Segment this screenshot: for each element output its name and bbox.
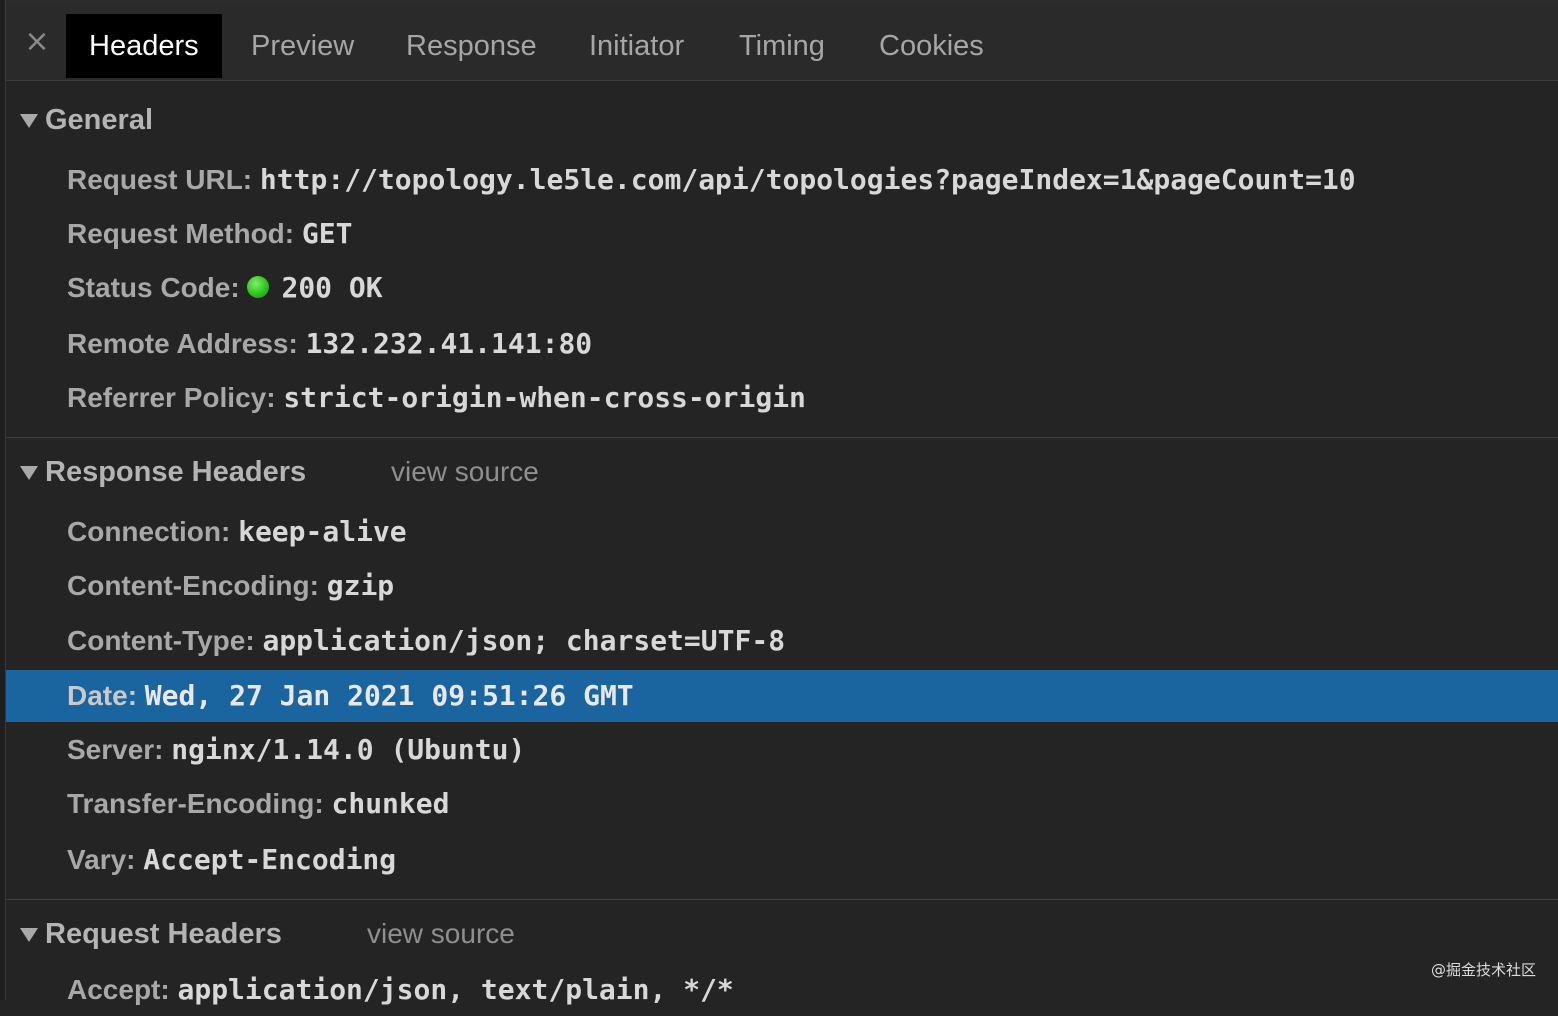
header-row[interactable]: Vary: Accept-Encoding xyxy=(6,834,1558,886)
header-row[interactable]: Accept: application/json, text/plain, */… xyxy=(6,964,1558,1016)
header-row[interactable]: Server: nginx/1.14.0 (Ubuntu) xyxy=(6,724,1558,776)
header-value: application/json; charset=UTF-8 xyxy=(262,624,786,657)
section-general-header[interactable]: General xyxy=(6,100,1558,140)
header-row[interactable]: Status Code: 200 OK xyxy=(6,262,1558,314)
header-key: Transfer-Encoding: chunked xyxy=(67,787,450,820)
section-title: Response Headers xyxy=(45,456,307,488)
tab-cookies[interactable]: Cookies xyxy=(856,14,1007,78)
view-source-link[interactable]: view source xyxy=(391,452,539,492)
header-row[interactable]: Connection: keep-alive xyxy=(6,506,1558,558)
header-value: 200 OK xyxy=(281,271,383,304)
triangle-down-icon[interactable] xyxy=(20,114,38,128)
section-request-headers-header[interactable]: Request Headers view source xyxy=(6,914,1558,954)
header-key: Connection: keep-alive xyxy=(67,515,407,548)
header-row-selected[interactable]: Date: Wed, 27 Jan 2021 09:51:26 GMT xyxy=(6,670,1558,722)
tab-bar: × Headers Preview Response Initiator Tim… xyxy=(6,3,1558,81)
header-row[interactable]: Request Method: GET xyxy=(6,208,1558,260)
header-key: Content-Encoding: gzip xyxy=(67,569,395,602)
header-key: Server: nginx/1.14.0 (Ubuntu) xyxy=(67,733,526,766)
header-row[interactable]: Content-Type: application/json; charset=… xyxy=(6,615,1558,667)
header-value: http://topology.le5le.com/api/topologies… xyxy=(259,163,1356,196)
view-source-link[interactable]: view source xyxy=(367,914,515,954)
status-ok-icon xyxy=(247,275,270,298)
header-value: chunked xyxy=(331,787,450,820)
header-row[interactable]: Referrer Policy: strict-origin-when-cros… xyxy=(6,372,1558,424)
header-key: Request Method: GET xyxy=(67,217,353,250)
tab-headers[interactable]: Headers xyxy=(66,14,222,78)
tab-timing[interactable]: Timing xyxy=(716,14,848,78)
header-value: GET xyxy=(301,217,353,250)
header-key: Accept: application/json, text/plain, */… xyxy=(67,973,734,1006)
header-key: Status Code: 200 OK xyxy=(67,271,383,304)
header-value: Wed, 27 Jan 2021 09:51:26 GMT xyxy=(144,679,634,712)
divider xyxy=(6,899,1558,900)
header-key: Referrer Policy: strict-origin-when-cros… xyxy=(67,381,806,414)
header-row[interactable]: Request URL: http://topology.le5le.com/a… xyxy=(6,154,1558,206)
header-key: Vary: Accept-Encoding xyxy=(67,843,397,876)
tab-response[interactable]: Response xyxy=(383,14,560,78)
header-value: nginx/1.14.0 (Ubuntu) xyxy=(171,733,526,766)
header-value: keep-alive xyxy=(238,515,407,548)
close-icon[interactable]: × xyxy=(24,27,50,57)
header-value: application/json, text/plain, */* xyxy=(177,973,734,1006)
header-row[interactable]: Transfer-Encoding: chunked xyxy=(6,778,1558,830)
header-key: Date: Wed, 27 Jan 2021 09:51:26 GMT xyxy=(67,679,634,712)
header-value: gzip xyxy=(326,569,395,602)
header-key: Content-Type: application/json; charset=… xyxy=(67,624,786,657)
divider xyxy=(6,437,1558,438)
tab-initiator[interactable]: Initiator xyxy=(566,14,707,78)
header-value: Accept-Encoding xyxy=(143,843,397,876)
header-row[interactable]: Content-Encoding: gzip xyxy=(6,560,1558,612)
triangle-down-icon[interactable] xyxy=(20,928,38,942)
watermark: @掘金技术社区 xyxy=(1430,961,1536,979)
section-title: Request Headers xyxy=(45,918,282,950)
header-key: Request URL: http://topology.le5le.com/a… xyxy=(67,163,1356,196)
tab-preview[interactable]: Preview xyxy=(228,14,377,78)
header-value: 132.232.41.141:80 xyxy=(305,327,593,360)
section-title: General xyxy=(45,104,153,136)
header-row[interactable]: Remote Address: 132.232.41.141:80 xyxy=(6,318,1558,370)
header-value: strict-origin-when-cross-origin xyxy=(283,381,806,414)
section-response-headers-header[interactable]: Response Headers view source xyxy=(6,452,1558,492)
triangle-down-icon[interactable] xyxy=(20,466,38,480)
header-key: Remote Address: 132.232.41.141:80 xyxy=(67,327,593,360)
